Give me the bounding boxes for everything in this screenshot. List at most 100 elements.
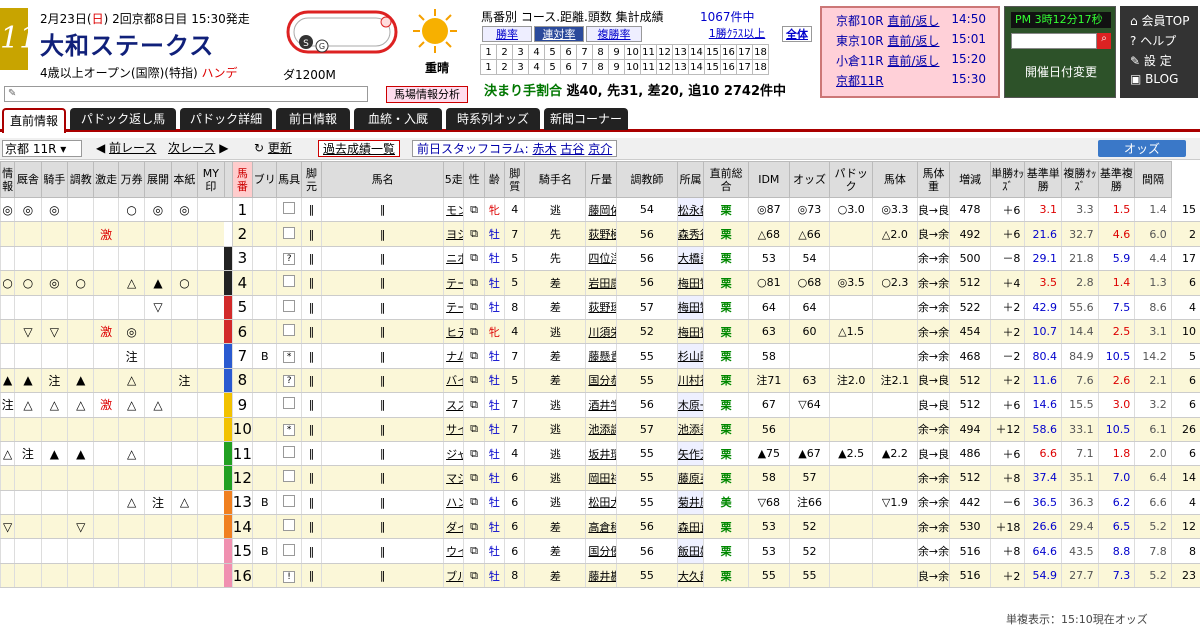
horse-name-link[interactable]: バイラ xyxy=(443,368,464,394)
horse-name-link[interactable]: ニホンピロタイド xyxy=(443,246,464,272)
search-icon[interactable]: ⌕ xyxy=(1097,33,1111,49)
trainer-link[interactable]: 大久龍 xyxy=(676,563,704,589)
equipment[interactable] xyxy=(276,514,302,540)
help-link[interactable]: ? ヘルプ xyxy=(1130,32,1176,49)
horse-name-link[interactable]: ジャスティン xyxy=(443,441,464,467)
memo-icon[interactable]: ‖ xyxy=(321,246,444,272)
equipment[interactable] xyxy=(276,295,302,320)
jockey-link[interactable]: 池添謙[替] xyxy=(585,417,617,442)
table-row[interactable]: ○○◎○△▲○4‖‖テーオージーニアス⧉牡5差岩田康[替]56梅田智栗○81○6… xyxy=(0,270,1200,296)
horse-name-link[interactable]: ブルミラコロ xyxy=(443,563,464,589)
tab-paddock-return[interactable]: パドック返し馬 xyxy=(70,108,176,130)
stats-tab-win[interactable]: 勝率 xyxy=(482,26,532,42)
table-row[interactable]: 12‖‖マジカルスペル⧉牡6逃岡田祥[替]55藤原英栗5857余→余512＋83… xyxy=(0,465,1200,491)
jockey-link[interactable]: 四位洋[替] xyxy=(585,246,617,272)
equipment[interactable] xyxy=(276,538,302,564)
stats-tab-quinella[interactable]: 連対率 xyxy=(534,26,584,42)
past-five-icon[interactable]: ⧉ xyxy=(463,417,485,442)
memo-icon[interactable]: ‖ xyxy=(321,319,444,345)
memo-icon[interactable]: ‖ xyxy=(321,295,444,320)
equipment[interactable]: * xyxy=(276,417,302,442)
refresh-button[interactable]: ↻ 更新 xyxy=(254,140,292,157)
past-five-icon[interactable]: ⧉ xyxy=(463,538,485,564)
next-race-button[interactable]: 次レース ▶ xyxy=(168,140,228,157)
trainer-link[interactable]: 梅田智 xyxy=(676,295,704,320)
horse-name-link[interactable]: モンペルデュ xyxy=(443,197,464,223)
jockey-link[interactable]: 坂井瑠 xyxy=(585,441,617,467)
memo-icon[interactable]: ‖ xyxy=(321,563,444,589)
jockey-link[interactable]: 荻野極[替] xyxy=(585,221,617,247)
past-five-icon[interactable]: ⧉ xyxy=(463,563,485,589)
past-five-icon[interactable]: ⧉ xyxy=(463,465,485,491)
past-results-button[interactable]: 過去成績一覧 xyxy=(318,140,401,157)
equipment[interactable] xyxy=(276,319,302,345)
past-five-icon[interactable]: ⧉ xyxy=(463,368,485,394)
memo-icon[interactable]: ‖ xyxy=(321,270,444,296)
horse-name-link[interactable]: マジカルスペル xyxy=(443,465,464,491)
equipment[interactable]: ? xyxy=(276,246,302,272)
table-row[interactable]: △注△13B‖‖ハングリーベン⧉牡6逃松田大[替]55菊井康美▽68注66▽1.… xyxy=(0,490,1200,516)
memo-icon[interactable]: ‖ xyxy=(321,368,444,394)
table-row[interactable]: △注▲▲△11‖‖ジャスティン⧉牡4逃坂井瑠55矢作芳栗▲75▲67▲2.5▲2… xyxy=(0,441,1200,467)
tab-pre-race[interactable]: 直前情報 xyxy=(2,108,66,133)
date-input[interactable] xyxy=(1011,33,1097,49)
horse-name-link[interactable]: ダイメイフジ xyxy=(443,514,464,540)
horse-name-link[interactable]: ヒデノヴィーナス xyxy=(443,319,464,345)
table-row[interactable]: ▽5‖‖テーオーヘリオス⧉牡8差荻野琢[替]57梅田智栗6464余→余522＋2… xyxy=(0,295,1200,320)
blog-link[interactable]: ▣ BLOG xyxy=(1130,72,1178,86)
date-change-button[interactable]: 開催日付変更 xyxy=(1013,63,1109,80)
past-five-icon[interactable]: ⧉ xyxy=(463,319,485,345)
table-row[interactable]: 3?‖‖ニホンピロタイド⧉牡5先四位洋[替]56大橋勇栗5354余→余500－8… xyxy=(0,246,1200,272)
stats-tab-place[interactable]: 複勝率 xyxy=(586,26,642,42)
horse-name-link[interactable]: サイタスリーレッド xyxy=(443,417,464,442)
horse-name-link[interactable]: ヨシオ xyxy=(443,221,464,247)
trainer-link[interactable]: 大橋勇 xyxy=(676,246,704,272)
horse-name-link[interactable]: ナムラミラクル xyxy=(443,343,464,369)
jockey-link[interactable]: 荻野琢[替] xyxy=(585,295,617,320)
table-row[interactable]: 16!‖‖ブルミラコロ⧉牡8差藤井勘[替]55大久龍栗5555良→余516＋25… xyxy=(0,563,1200,589)
past-five-icon[interactable]: ⧉ xyxy=(463,490,485,516)
horse-name-link[interactable]: ウインオスカー xyxy=(443,538,464,564)
odds-button[interactable]: オッズ xyxy=(1098,140,1186,157)
equipment[interactable] xyxy=(276,490,302,516)
trainer-link[interactable]: 池添兼 xyxy=(676,417,704,442)
jockey-link[interactable]: 国分優[替] xyxy=(585,538,617,564)
trainer-link[interactable]: 梅田智 xyxy=(676,319,704,345)
prev-race-button[interactable]: ◀ 前レース xyxy=(96,140,156,157)
equipment[interactable] xyxy=(276,441,302,467)
horse-name-link[interactable]: スズカコーズライン xyxy=(443,392,464,418)
jockey-link[interactable]: 藤懸貴 xyxy=(585,343,617,369)
jockey-link[interactable]: 松田大[替] xyxy=(585,490,617,516)
jockey-link[interactable]: 国分恭[替] xyxy=(585,368,617,394)
track-analysis-button[interactable]: 馬場情報分析 xyxy=(386,86,468,103)
upcoming-race-row[interactable]: 京都10R 直前/返し 14:50 xyxy=(836,12,996,29)
memo-icon[interactable]: ‖ xyxy=(321,343,444,369)
trainer-link[interactable]: 杉山晴 xyxy=(676,343,704,369)
upcoming-race-row[interactable]: 小倉11R 直前/返し 15:20 xyxy=(836,52,996,69)
table-row[interactable]: 10*‖‖サイタスリーレッド⧉牡7逃池添謙[替]57池添兼栗56余→余494＋1… xyxy=(0,417,1200,442)
tab-paddock-detail[interactable]: パドック詳細 xyxy=(180,108,272,130)
table-row[interactable]: 注△△△激△△9‖‖スズカコーズライン⧉牡7逃酒井学56木原一栗67▽64良→良… xyxy=(0,392,1200,418)
jockey-link[interactable]: 川須栄[替] xyxy=(585,319,617,345)
jockey-link[interactable]: 酒井学 xyxy=(585,392,617,418)
trainer-link[interactable]: 藤原英 xyxy=(676,465,704,491)
race-select[interactable]: 京都 11R ▾ xyxy=(2,140,82,157)
memo-icon[interactable]: ‖ xyxy=(321,197,444,223)
equipment[interactable] xyxy=(276,392,302,418)
past-five-icon[interactable]: ⧉ xyxy=(463,197,485,223)
memo-input[interactable]: ✎ xyxy=(4,86,368,102)
equipment[interactable] xyxy=(276,270,302,296)
table-row[interactable]: 激2‖‖ヨシオ⧉牡7先荻野極[替]56森秀行栗△68△66△2.0良→余492＋… xyxy=(0,221,1200,247)
table-row[interactable]: 15B‖‖ウインオスカー⧉牡6差国分優[替]56飯田雄栗5352余→余516＋8… xyxy=(0,538,1200,564)
trainer-link[interactable]: 川村禎 xyxy=(676,368,704,394)
trainer-link[interactable]: 飯田雄 xyxy=(676,538,704,564)
equipment[interactable]: ! xyxy=(276,563,302,589)
trainer-link[interactable]: 森田直 xyxy=(676,514,704,540)
equipment[interactable]: ? xyxy=(276,368,302,394)
memo-icon[interactable]: ‖ xyxy=(321,221,444,247)
trainer-link[interactable]: 菊井康 xyxy=(676,490,704,516)
equipment[interactable] xyxy=(276,221,302,247)
trainer-link[interactable]: 梅田智 xyxy=(676,270,704,296)
tab-pedigree[interactable]: 血統・入厩 xyxy=(354,108,442,130)
horse-name-link[interactable]: テーオージーニアス xyxy=(443,270,464,296)
